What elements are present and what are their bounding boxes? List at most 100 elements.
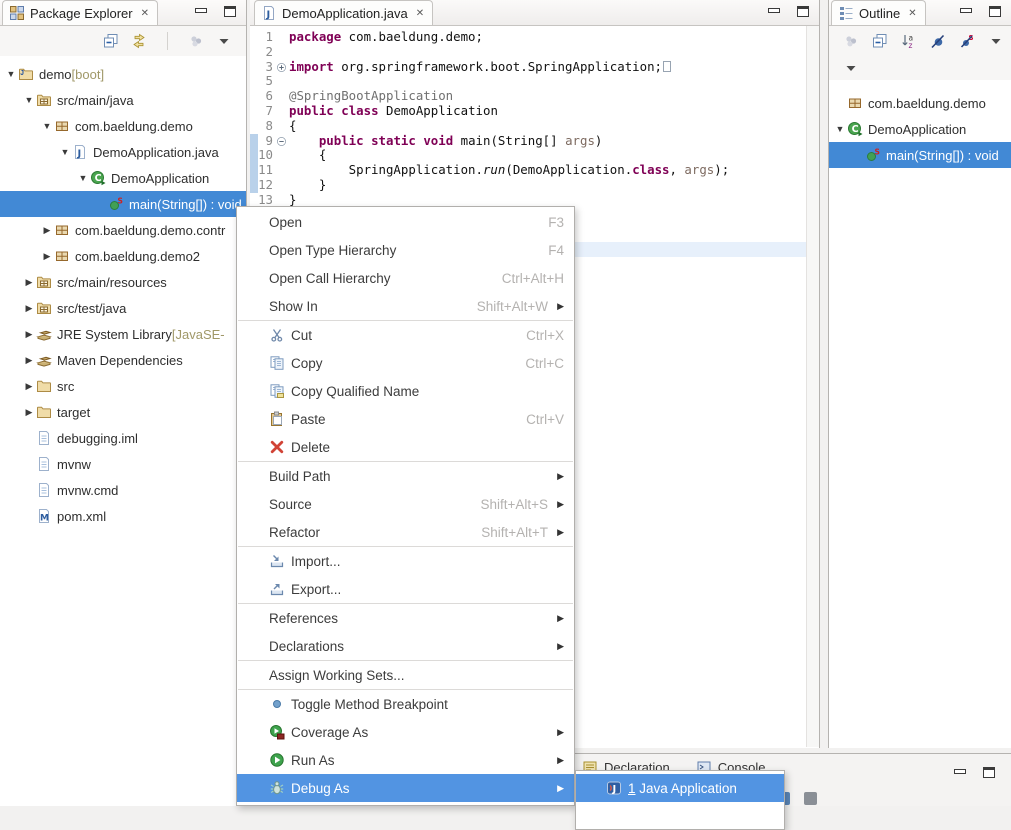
menu-item-run-as[interactable]: Run As▶ xyxy=(237,746,574,774)
package-explorer-tree[interactable]: ▼Jdemo [boot]▼src/main/java▼com.baeldung… xyxy=(0,56,246,529)
line-number: 6 xyxy=(250,89,276,104)
menu-item-open[interactable]: OpenF3 xyxy=(237,208,574,236)
menu-item-import[interactable]: Import... xyxy=(237,547,574,575)
submenu-arrow-icon: ▶ xyxy=(548,783,564,794)
menu-item-copy[interactable]: CopyCtrl+C xyxy=(237,349,574,377)
tree-expander-icon[interactable]: ▶ xyxy=(40,251,54,262)
tree-expander-icon[interactable]: ▶ xyxy=(22,381,36,392)
menu-item-show-in[interactable]: Show InShift+Alt+W▶ xyxy=(237,292,574,320)
close-icon[interactable]: ✕ xyxy=(908,8,916,19)
tree-expander-icon[interactable]: ▼ xyxy=(76,173,90,183)
close-icon[interactable]: ✕ xyxy=(141,8,149,19)
pkg-item-com-baeldung-demo[interactable]: ▼com.baeldung.demo xyxy=(0,113,246,139)
open-console-icon[interactable] xyxy=(804,792,817,805)
pkg-item-com-baeldung-demo-contr[interactable]: ▶com.baeldung.demo.contr xyxy=(0,217,246,243)
pkg-item-src[interactable]: ▶src xyxy=(0,373,246,399)
collapse-all-icon[interactable] xyxy=(103,33,119,49)
tree-expander-icon[interactable]: ▶ xyxy=(22,355,36,366)
tree-item-decoration: [JavaSE- xyxy=(172,327,225,342)
pkg-item-pom-xml[interactable]: Mpom.xml xyxy=(0,503,246,529)
fold-collapse-icon[interactable] xyxy=(276,134,289,149)
pkg-item-target[interactable]: ▶target xyxy=(0,399,246,425)
menu-item-export[interactable]: Export... xyxy=(237,575,574,603)
tree-expander-icon[interactable]: ▶ xyxy=(22,303,36,314)
hide-fields-icon[interactable] xyxy=(930,33,946,49)
pkg-item-mvnw-cmd[interactable]: mvnw.cmd xyxy=(0,477,246,503)
pkg-item-debugging-iml[interactable]: debugging.iml xyxy=(0,425,246,451)
link-with-editor-icon[interactable] xyxy=(131,33,147,49)
collapse-all-icon[interactable] xyxy=(872,33,888,49)
pkg-item-maven-dependencies[interactable]: ▶Maven Dependencies xyxy=(0,347,246,373)
pkg-item-main-string-void[interactable]: Smain(String[]) : void xyxy=(0,191,246,217)
menu-item-cut[interactable]: CutCtrl+X xyxy=(237,321,574,349)
tree-expander-icon[interactable]: ▶ xyxy=(22,329,36,340)
menu-item-build-path[interactable]: Build Path▶ xyxy=(237,462,574,490)
tree-expander-icon[interactable]: ▼ xyxy=(22,95,36,105)
pkg-item-demoapplication[interactable]: ▼CDemoApplication xyxy=(0,165,246,191)
sort-az-icon[interactable]: az xyxy=(901,33,917,49)
view-menu-icon[interactable] xyxy=(988,33,1004,49)
pkg-item-src-main-resources[interactable]: ▶src/main/resources xyxy=(0,269,246,295)
tab-demoapplication-java[interactable]: J DemoApplication.java ✕ xyxy=(254,0,433,25)
outline-item-demoapplication[interactable]: ▼CDemoApplication xyxy=(829,116,1011,142)
menu-item-label: Open xyxy=(269,215,302,230)
tree-expander-icon[interactable]: ▼ xyxy=(4,69,18,79)
view-menu-disabled-icon[interactable] xyxy=(843,33,859,49)
menu-item-assign-working-sets[interactable]: Assign Working Sets... xyxy=(237,661,574,689)
code-line-10: 10 { xyxy=(250,148,819,163)
run-icon xyxy=(269,752,285,768)
tab-package-explorer[interactable]: Package Explorer ✕ xyxy=(2,0,158,25)
pkg-item-src-test-java[interactable]: ▶src/test/java xyxy=(0,295,246,321)
outline-item-main-string-void[interactable]: Smain(String[]) : void xyxy=(829,142,1011,168)
minimize-icon[interactable] xyxy=(194,6,206,16)
pkg-item-com-baeldung-demo2[interactable]: ▶com.baeldung.demo2 xyxy=(0,243,246,269)
tree-expander-icon[interactable]: ▶ xyxy=(22,277,36,288)
folded-region-icon[interactable] xyxy=(663,61,671,72)
menu-item-open-type-hierarchy[interactable]: Open Type HierarchyF4 xyxy=(237,236,574,264)
menu-item-source[interactable]: SourceShift+Alt+S▶ xyxy=(237,490,574,518)
outline-item-com-baeldung-demo[interactable]: com.baeldung.demo xyxy=(829,90,1011,116)
pkg-item-src-main-java[interactable]: ▼src/main/java xyxy=(0,87,246,113)
code-text: public static void main(String[] args) xyxy=(289,134,602,149)
menu-item-refactor[interactable]: RefactorShift+Alt+T▶ xyxy=(237,518,574,546)
pkg-item-demoapplication-java[interactable]: ▼JDemoApplication.java xyxy=(0,139,246,165)
menu-item-label: Source xyxy=(269,497,312,512)
javaapp-icon: J xyxy=(606,780,622,796)
submenu-item-java-application[interactable]: J1 Java Application xyxy=(576,774,784,802)
menu-item-debug-as[interactable]: Debug As▶ xyxy=(237,774,574,802)
menu-item-open-call-hierarchy[interactable]: Open Call HierarchyCtrl+Alt+H xyxy=(237,264,574,292)
fold-expand-icon[interactable] xyxy=(276,60,289,75)
menu-item-delete[interactable]: Delete xyxy=(237,433,574,461)
view-menu-icon[interactable] xyxy=(216,33,232,49)
tab-outline[interactable]: Outline ✕ xyxy=(831,0,926,25)
maximize-icon[interactable] xyxy=(797,6,809,17)
tree-expander-icon[interactable]: ▼ xyxy=(833,124,847,134)
maximize-icon[interactable] xyxy=(989,6,1001,17)
maximize-icon[interactable] xyxy=(224,6,236,17)
pkg-item-demo[interactable]: ▼Jdemo [boot] xyxy=(0,61,246,87)
hide-static-icon[interactable]: S xyxy=(959,33,975,49)
editor-scrollbar[interactable] xyxy=(806,26,819,747)
menu-item-copy-qualified-name[interactable]: Copy Qualified Name xyxy=(237,377,574,405)
menu-item-declarations[interactable]: Declarations▶ xyxy=(237,632,574,660)
menu-item-toggle-method-breakpoint[interactable]: Toggle Method Breakpoint xyxy=(237,690,574,718)
overflow-chevron-icon[interactable] xyxy=(843,60,859,76)
menu-item-label: Declarations xyxy=(269,639,344,654)
submenu-arrow-icon: ▶ xyxy=(548,727,564,738)
outline-tree[interactable]: com.baeldung.demo▼CDemoApplicationSmain(… xyxy=(829,80,1011,168)
tree-expander-icon[interactable]: ▼ xyxy=(40,121,54,131)
menu-item-paste[interactable]: PasteCtrl+V xyxy=(237,405,574,433)
tree-expander-icon[interactable]: ▼ xyxy=(58,147,72,157)
tree-expander-icon[interactable]: ▶ xyxy=(22,407,36,418)
menu-item-coverage-as[interactable]: Coverage As▶ xyxy=(237,718,574,746)
pkg-item-mvnw[interactable]: mvnw xyxy=(0,451,246,477)
minimize-icon[interactable] xyxy=(953,767,965,777)
view-menu-disabled-icon[interactable] xyxy=(188,33,204,49)
close-icon[interactable]: ✕ xyxy=(416,8,424,19)
maximize-icon[interactable] xyxy=(983,767,995,778)
minimize-icon[interactable] xyxy=(959,6,971,16)
pkg-item-jre-system-library[interactable]: ▶JRE System Library [JavaSE- xyxy=(0,321,246,347)
minimize-icon[interactable] xyxy=(767,6,779,16)
tree-expander-icon[interactable]: ▶ xyxy=(40,225,54,236)
menu-item-references[interactable]: References▶ xyxy=(237,604,574,632)
